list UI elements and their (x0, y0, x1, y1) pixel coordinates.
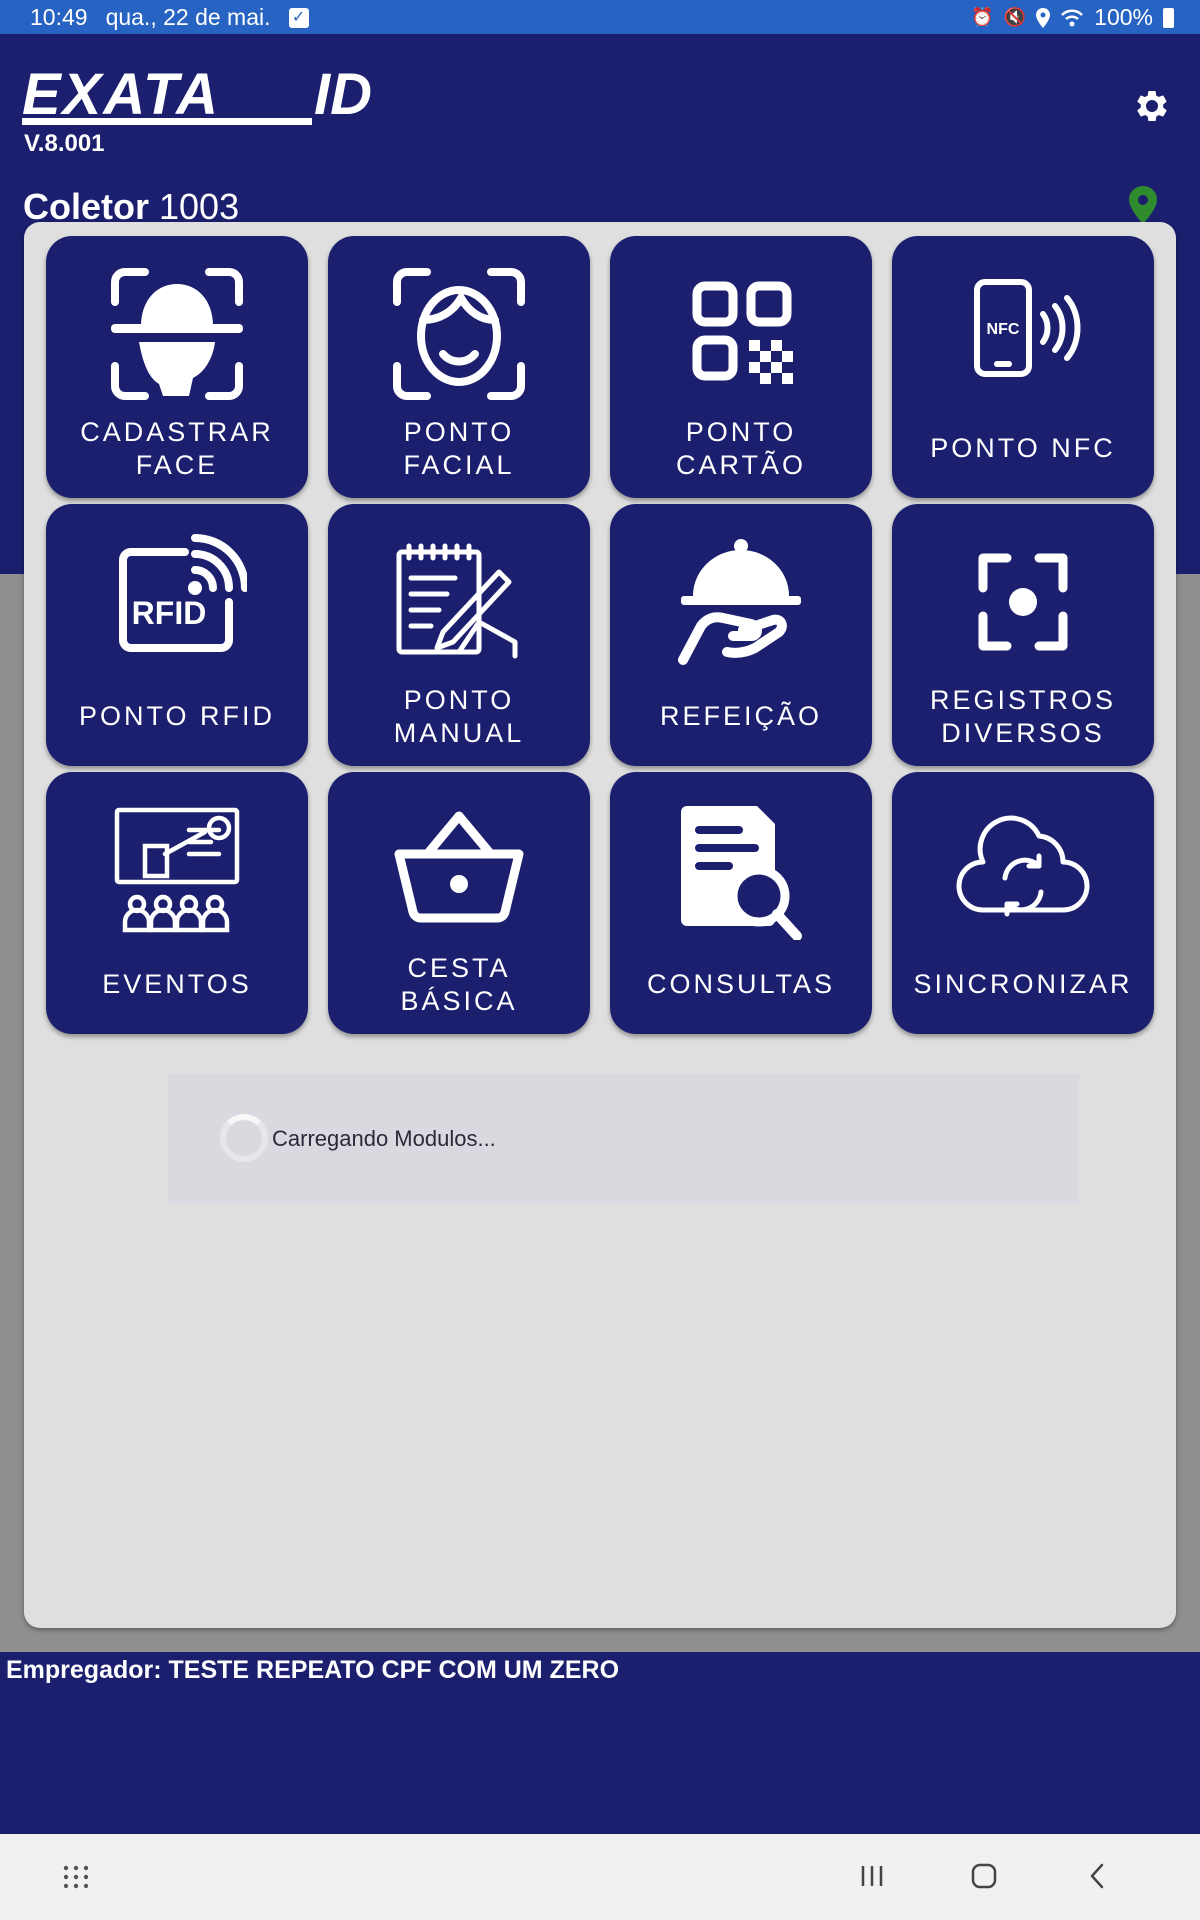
manual-notepad-icon (396, 543, 518, 659)
tile-label: PONTO CARTÃO (675, 417, 807, 480)
focus-target-icon (978, 553, 1068, 651)
svg-text:NFC: NFC (987, 321, 1020, 338)
status-bar: 10:49 qua., 22 de mai. ✓ ⏰ 🔇 100% (0, 0, 1200, 34)
svg-text:ID: ID (314, 62, 372, 127)
tile-label: PONTO MANUAL (393, 685, 525, 748)
gear-icon[interactable] (1134, 88, 1170, 124)
tile-label: REGISTROS DIVERSOS (929, 685, 1117, 748)
app-version: V.8.001 (24, 130, 105, 157)
presentation-event-icon (114, 807, 240, 933)
battery-level: 100% (1094, 4, 1153, 30)
tile-ponto-manual[interactable]: PONTO MANUAL (328, 504, 590, 766)
tile-ponto-cartao[interactable]: PONTO CARTÃO (610, 236, 872, 498)
employer-footer: Empregador: TESTE REPEATO CPF COM UM ZER… (0, 1652, 1200, 1834)
tile-registros-diversos[interactable]: REGISTROS DIVERSOS (892, 504, 1154, 766)
tile-ponto-rfid[interactable]: RFID PONTO RFID (46, 504, 308, 766)
basket-icon (394, 811, 524, 923)
apps-grid-icon[interactable] (60, 1860, 92, 1892)
svg-text:RFID: RFID (132, 595, 207, 631)
checkbox-notification-icon: ✓ (288, 7, 309, 28)
wifi-icon (1061, 9, 1084, 26)
nfc-phone-icon: NFC (974, 279, 1081, 377)
face-scan-icon (111, 268, 243, 400)
tile-consultas[interactable]: CONSULTAS (610, 772, 872, 1034)
employer-text: Empregador: TESTE REPEATO CPF COM UM ZER… (6, 1656, 620, 1684)
loading-spinner-icon (220, 1114, 268, 1162)
meal-cloche-icon (678, 539, 801, 665)
tile-label: SINCRONIZAR (913, 969, 1133, 999)
modules-panel: CADASTRAR FACE PONTO FACIAL PONTO CARTÃO (24, 222, 1176, 1628)
tile-label: CESTA BÁSICA (400, 953, 518, 1016)
tile-label: CONSULTAS (646, 969, 836, 999)
tile-label: PONTO FACIAL (403, 417, 515, 480)
tile-label: CADASTRAR FACE (80, 417, 274, 480)
battery-icon (1163, 7, 1174, 28)
facial-recognition-icon (393, 268, 525, 400)
location-icon (1036, 7, 1051, 28)
home-icon[interactable] (968, 1860, 1000, 1892)
tile-eventos[interactable]: EVENTOS (46, 772, 308, 1034)
svg-text:EXATA: EXATA (22, 62, 220, 127)
status-date: qua., 22 de mai. (105, 4, 271, 30)
cloud-sync-icon (956, 815, 1090, 917)
mute-icon: 🔇 (1003, 7, 1027, 27)
document-search-icon (681, 806, 802, 940)
tile-label: EVENTOS (102, 969, 252, 999)
alarm-icon: ⏰ (971, 7, 994, 27)
tile-sincronizar[interactable]: SINCRONIZAR (892, 772, 1154, 1034)
tile-ponto-nfc[interactable]: NFC PONTO NFC (892, 236, 1154, 498)
loading-text: Carregando Modulos... (272, 1126, 496, 1151)
tile-label: REFEIÇÃO (659, 701, 823, 731)
collector-label: Coletor (23, 186, 149, 227)
tile-cesta-basica[interactable]: CESTA BÁSICA (328, 772, 590, 1034)
qr-code-icon (692, 281, 793, 384)
status-time: 10:49 (30, 4, 88, 30)
loading-overlay: Carregando Modulos... (168, 1074, 1079, 1204)
android-nav-bar (0, 1834, 1200, 1920)
back-icon[interactable] (1082, 1860, 1114, 1892)
tile-label: PONTO RFID (78, 701, 275, 731)
tile-cadastrar-face[interactable]: CADASTRAR FACE (46, 236, 308, 498)
rfid-icon: RFID (119, 534, 247, 652)
tile-refeicao[interactable]: REFEIÇÃO (610, 504, 872, 766)
exata-id-logo: EXATA ID (22, 62, 372, 127)
tile-label: PONTO NFC (930, 433, 1116, 463)
tile-ponto-facial[interactable]: PONTO FACIAL (328, 236, 590, 498)
recent-apps-icon[interactable] (856, 1860, 888, 1892)
collector-id: 1003 (159, 186, 240, 227)
